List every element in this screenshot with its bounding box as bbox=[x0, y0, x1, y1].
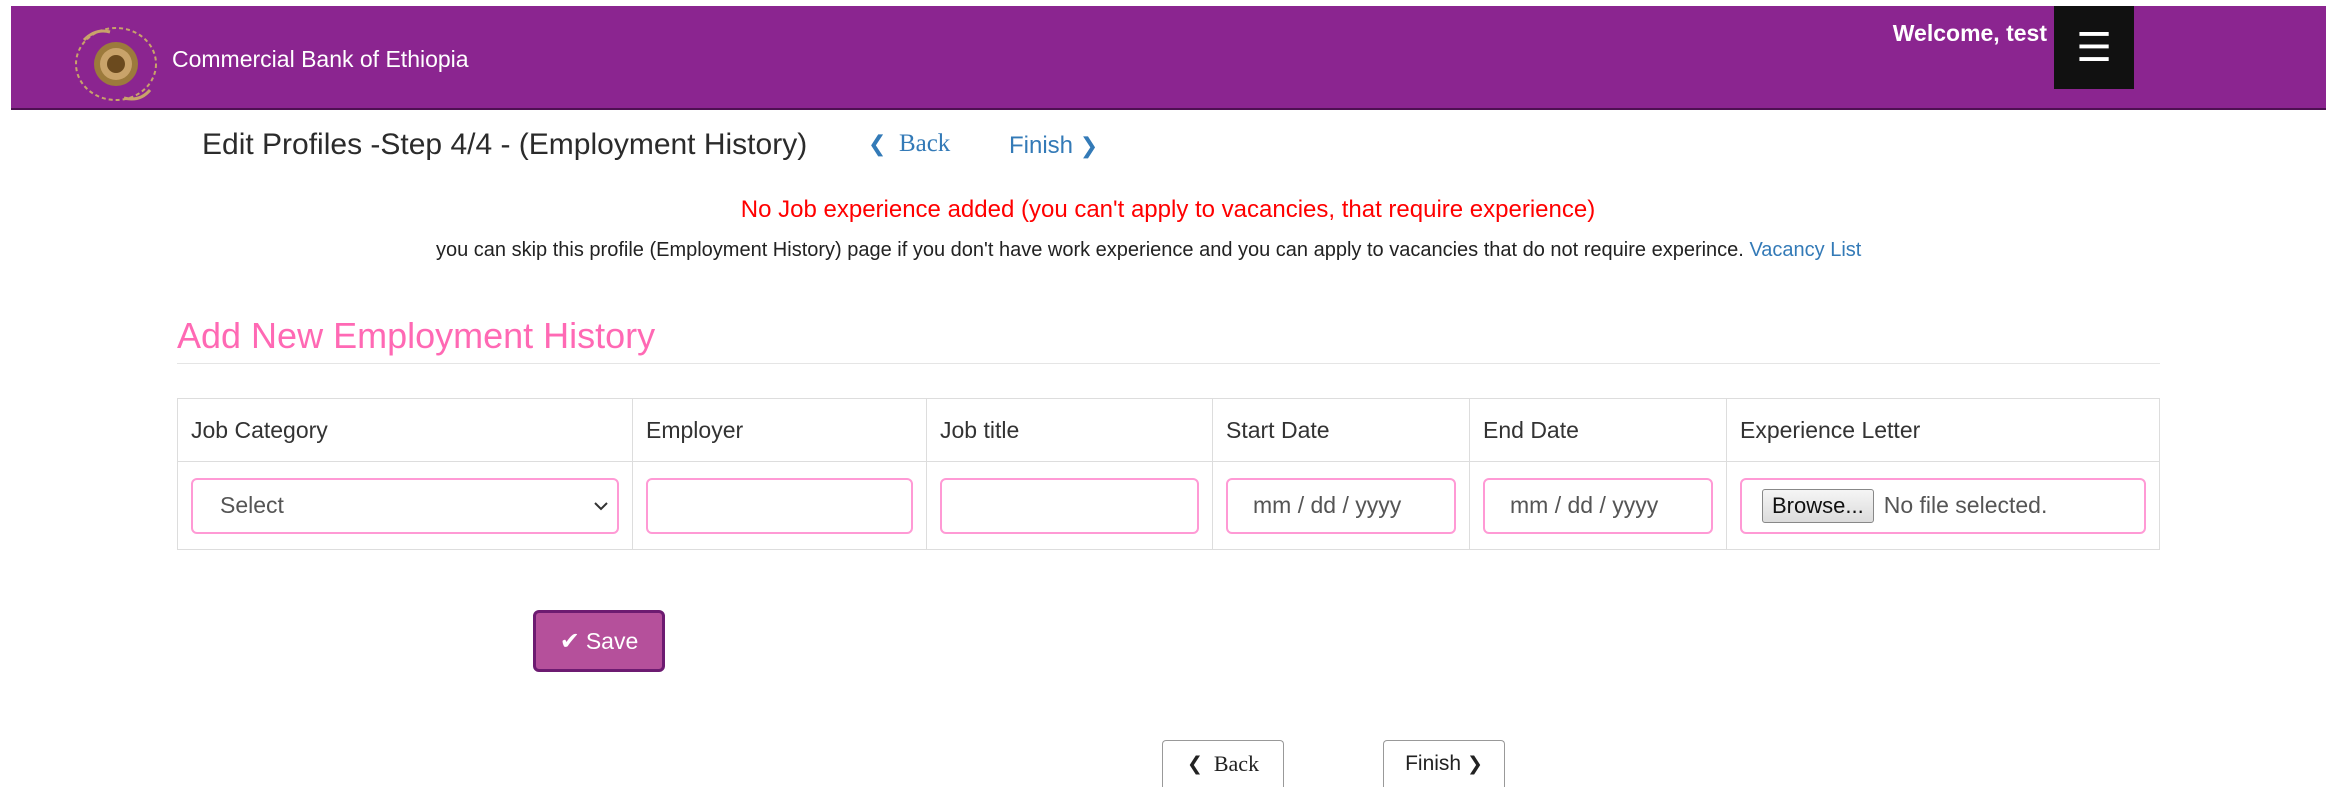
table-header-row: Job Category Employer Job title Start Da… bbox=[177, 398, 2160, 462]
section-divider bbox=[177, 363, 2160, 364]
column-header-employer: Employer bbox=[632, 398, 927, 462]
start-date-cell: mm / dd / yyyy bbox=[1212, 461, 1470, 550]
job-category-select[interactable]: Select bbox=[191, 477, 619, 534]
table-row: Select mm / dd / yyyy mm / dd / yyyy Bro… bbox=[177, 461, 2160, 550]
skip-info-message: you can skip this profile (Employment Hi… bbox=[436, 239, 1744, 261]
start-date-placeholder: mm / dd / yyyy bbox=[1253, 492, 1402, 518]
footer-finish-label: Finish bbox=[1405, 752, 1462, 775]
chevron-left-icon: ❮ bbox=[1186, 753, 1203, 775]
footer-finish-button[interactable]: Finish ❯ bbox=[1383, 740, 1505, 787]
save-button[interactable]: ✔ Save bbox=[533, 610, 665, 672]
column-header-end-date: End Date bbox=[1469, 398, 1727, 462]
section-title: Add New Employment History bbox=[177, 315, 656, 356]
browse-button[interactable]: Browse... bbox=[1762, 488, 1874, 523]
column-header-job-title: Job title bbox=[926, 398, 1213, 462]
finish-link[interactable]: Finish ❯ bbox=[1009, 132, 1098, 160]
footer-back-button[interactable]: ❮ Back bbox=[1162, 740, 1284, 787]
file-status: No file selected. bbox=[1883, 492, 2048, 518]
job-category-cell: Select bbox=[177, 461, 633, 550]
employer-cell bbox=[632, 461, 927, 550]
hamburger-icon: ☰ bbox=[2076, 25, 2112, 70]
page-title: Edit Profiles -Step 4/4 - (Employment Hi… bbox=[202, 128, 808, 161]
chevron-down-icon bbox=[594, 501, 608, 510]
back-link[interactable]: ❮ Back bbox=[868, 130, 950, 158]
column-header-job-category: Job Category bbox=[177, 398, 633, 462]
experience-letter-file-input: Browse... No file selected. bbox=[1740, 477, 2146, 534]
checkmark-icon: ✔ bbox=[559, 627, 580, 655]
no-experience-warning: No Job experience added (you can't apply… bbox=[740, 196, 1596, 223]
footer-back-label: Back bbox=[1213, 751, 1260, 776]
column-header-start-date: Start Date bbox=[1212, 398, 1470, 462]
job-title-input[interactable] bbox=[940, 477, 1199, 534]
brand-name[interactable]: Commercial Bank of Ethiopia bbox=[172, 46, 469, 73]
bank-seal-icon[interactable] bbox=[66, 20, 166, 106]
experience-letter-cell: Browse... No file selected. bbox=[1726, 461, 2160, 550]
chevron-right-icon: ❯ bbox=[1079, 134, 1099, 159]
skip-info-text: you can skip this profile (Employment Hi… bbox=[436, 239, 1861, 262]
end-date-cell: mm / dd / yyyy bbox=[1469, 461, 1727, 550]
back-link-label: Back bbox=[898, 130, 951, 157]
hamburger-menu-button[interactable]: ☰ bbox=[2054, 6, 2134, 89]
employer-input[interactable] bbox=[646, 477, 913, 534]
end-date-input[interactable]: mm / dd / yyyy bbox=[1483, 477, 1713, 534]
employment-table: Job Category Employer Job title Start Da… bbox=[177, 398, 2160, 550]
finish-link-label: Finish bbox=[1009, 132, 1074, 159]
job-title-cell bbox=[926, 461, 1213, 550]
chevron-right-icon: ❯ bbox=[1466, 753, 1483, 775]
welcome-text: Welcome, test bbox=[1892, 20, 2047, 46]
chevron-left-icon: ❮ bbox=[868, 132, 887, 157]
top-navbar: Commercial Bank of Ethiopia Welcome, tes… bbox=[11, 6, 2326, 110]
save-button-label: Save bbox=[585, 627, 639, 654]
vacancy-list-link[interactable]: Vacancy List bbox=[1749, 239, 1861, 261]
job-category-value: Select bbox=[220, 492, 284, 518]
start-date-input[interactable]: mm / dd / yyyy bbox=[1226, 477, 1456, 534]
column-header-experience-letter: Experience Letter bbox=[1726, 398, 2160, 462]
end-date-placeholder: mm / dd / yyyy bbox=[1510, 492, 1659, 518]
